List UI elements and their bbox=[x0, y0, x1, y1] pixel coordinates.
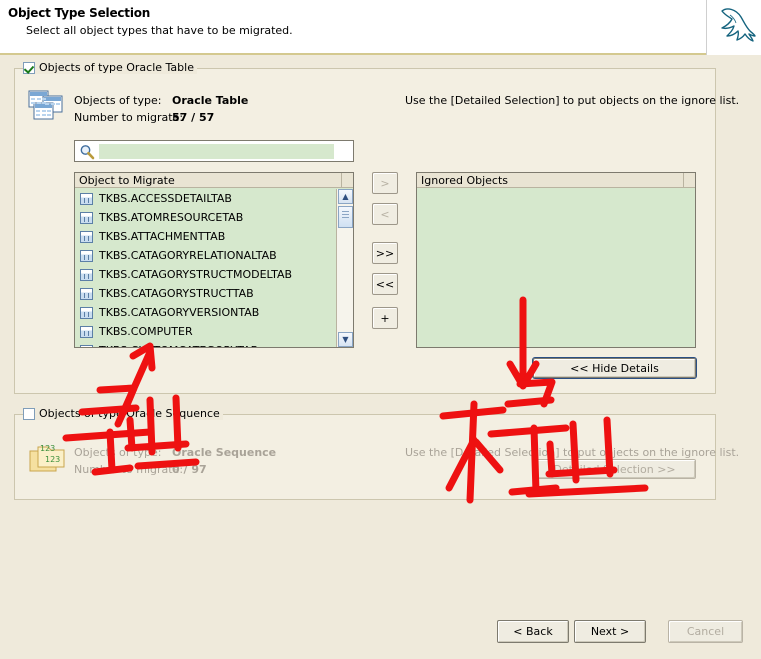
oracle-table-legend-label: Objects of type Oracle Table bbox=[39, 61, 194, 74]
table-object-icon bbox=[80, 344, 93, 347]
cancel-button[interactable]: Cancel bbox=[668, 620, 743, 643]
list-item-label: TKBS.CATAGORYRELATIONALTAB bbox=[99, 249, 277, 262]
table-object-icon bbox=[80, 287, 93, 300]
table-detailed-hint: Use the [Detailed Selection] to put obje… bbox=[405, 94, 740, 107]
list-item[interactable]: TKBS.CATAGORYSTRUCTMODELTAB bbox=[75, 265, 336, 284]
object-to-migrate-header: Object to Migrate bbox=[75, 173, 353, 188]
scroll-down-icon[interactable]: ▼ bbox=[338, 332, 353, 347]
list-item[interactable]: TKBS.COMPUTER bbox=[75, 322, 336, 341]
group-divider bbox=[201, 68, 715, 69]
table-object-icon bbox=[80, 211, 93, 224]
list-item[interactable]: TKBS.ATOMRESOURCETAB bbox=[75, 208, 336, 227]
sequence-count-label: Number to migrate: bbox=[74, 463, 184, 476]
oracle-table-group-legend[interactable]: Objects of type Oracle Table bbox=[23, 61, 197, 74]
list-item-label: TKBS.ATTACHMENTTAB bbox=[99, 230, 226, 243]
search-icon bbox=[80, 145, 95, 160]
hide-details-button[interactable]: << Hide Details bbox=[532, 357, 697, 379]
group-divider-left bbox=[15, 68, 21, 69]
ignored-objects-list[interactable]: Ignored Objects bbox=[416, 172, 696, 348]
table-object-icon bbox=[80, 268, 93, 281]
list-item-label: TKBS.CATAGORYSTRUCTMODELTAB bbox=[99, 268, 293, 281]
sequence-type-value: Oracle Sequence bbox=[172, 446, 277, 459]
next-button[interactable]: Next > bbox=[574, 620, 646, 643]
sequence-count-value: 0 / 97 bbox=[172, 463, 207, 476]
list-item-label: TKBS.CATAGORYVERSIONTAB bbox=[99, 306, 260, 319]
list-item-label: TKBS.ACCESSDETAILTAB bbox=[99, 192, 232, 205]
search-input[interactable] bbox=[99, 144, 334, 159]
list-item-label: TKBS.COMPUTER bbox=[99, 325, 193, 338]
list-item-label: TKBS.CUSTOMCATEGORYTAB bbox=[99, 344, 258, 347]
oracle-sequence-legend-label: Objects of type Oracle Sequence bbox=[39, 407, 220, 420]
oracle-sequence-group-legend[interactable]: Objects of type Oracle Sequence bbox=[23, 407, 223, 420]
object-search-box[interactable] bbox=[74, 140, 354, 162]
sequence-detailed-hint: Use the [Detailed Selection] to put obje… bbox=[405, 446, 740, 459]
back-button[interactable]: < Back bbox=[497, 620, 569, 643]
object-list-scrollbar[interactable]: ▲ ▼ bbox=[336, 189, 353, 347]
table-count-label: Number to migrate: bbox=[74, 111, 184, 124]
move-all-right-button[interactable]: >> bbox=[372, 242, 398, 264]
table-type-value: Oracle Table bbox=[172, 94, 249, 107]
oracle-sequence-checkbox[interactable] bbox=[23, 407, 35, 420]
table-count-value: 57 / 57 bbox=[172, 111, 215, 124]
list-item[interactable]: TKBS.ACCESSDETAILTAB bbox=[75, 189, 336, 208]
table-object-icon bbox=[80, 249, 93, 262]
scrollbar-thumb[interactable] bbox=[338, 206, 353, 228]
table-type-label: Objects of type: bbox=[74, 94, 162, 107]
oracle-sequence-icon: 123 123 bbox=[26, 439, 66, 475]
list-item[interactable]: TKBS.CATAGORYRELATIONALTAB bbox=[75, 246, 336, 265]
list-item-label: TKBS.ATOMRESOURCETAB bbox=[99, 211, 244, 224]
move-right-button[interactable]: > bbox=[372, 172, 398, 194]
ignored-objects-header: Ignored Objects bbox=[417, 173, 695, 188]
svg-text:123: 123 bbox=[40, 444, 55, 453]
group-divider-left bbox=[15, 414, 21, 415]
detailed-selection-button[interactable]: Detailed Selection >> bbox=[533, 459, 696, 479]
add-button[interactable]: + bbox=[372, 307, 398, 329]
page-subtitle: Select all object types that have to be … bbox=[26, 24, 293, 37]
move-left-button[interactable]: < bbox=[372, 203, 398, 225]
logo-container bbox=[706, 0, 761, 55]
list-item-label: TKBS.CATAGORYSTRUCTTAB bbox=[99, 287, 254, 300]
page-title: Object Type Selection bbox=[8, 6, 151, 20]
svg-text:123: 123 bbox=[45, 455, 60, 464]
move-all-left-button[interactable]: << bbox=[372, 273, 398, 295]
group-divider bbox=[227, 414, 715, 415]
table-object-icon bbox=[80, 192, 93, 205]
wizard-header: Object Type Selection Select all object … bbox=[0, 0, 761, 55]
scroll-up-icon[interactable]: ▲ bbox=[338, 189, 353, 204]
table-object-icon bbox=[80, 306, 93, 319]
table-object-icon bbox=[80, 325, 93, 338]
list-item[interactable]: TKBS.CUSTOMCATEGORYTAB bbox=[75, 341, 336, 347]
oracle-table-checkbox[interactable] bbox=[23, 61, 35, 74]
table-object-icon bbox=[80, 230, 93, 243]
list-item[interactable]: TKBS.ATTACHMENTTAB bbox=[75, 227, 336, 246]
mysql-dolphin-logo-icon bbox=[721, 8, 756, 42]
oracle-table-icon bbox=[26, 89, 66, 125]
list-item[interactable]: TKBS.CATAGORYVERSIONTAB bbox=[75, 303, 336, 322]
list-item[interactable]: TKBS.CATAGORYSTRUCTTAB bbox=[75, 284, 336, 303]
sequence-type-label: Objects of type: bbox=[74, 446, 162, 459]
object-to-migrate-list[interactable]: Object to Migrate TKBS.ACCESSDETAILTAB TK… bbox=[74, 172, 354, 348]
object-to-migrate-items[interactable]: TKBS.ACCESSDETAILTAB TKBS.ATOMRESOURCETAB… bbox=[75, 189, 336, 347]
